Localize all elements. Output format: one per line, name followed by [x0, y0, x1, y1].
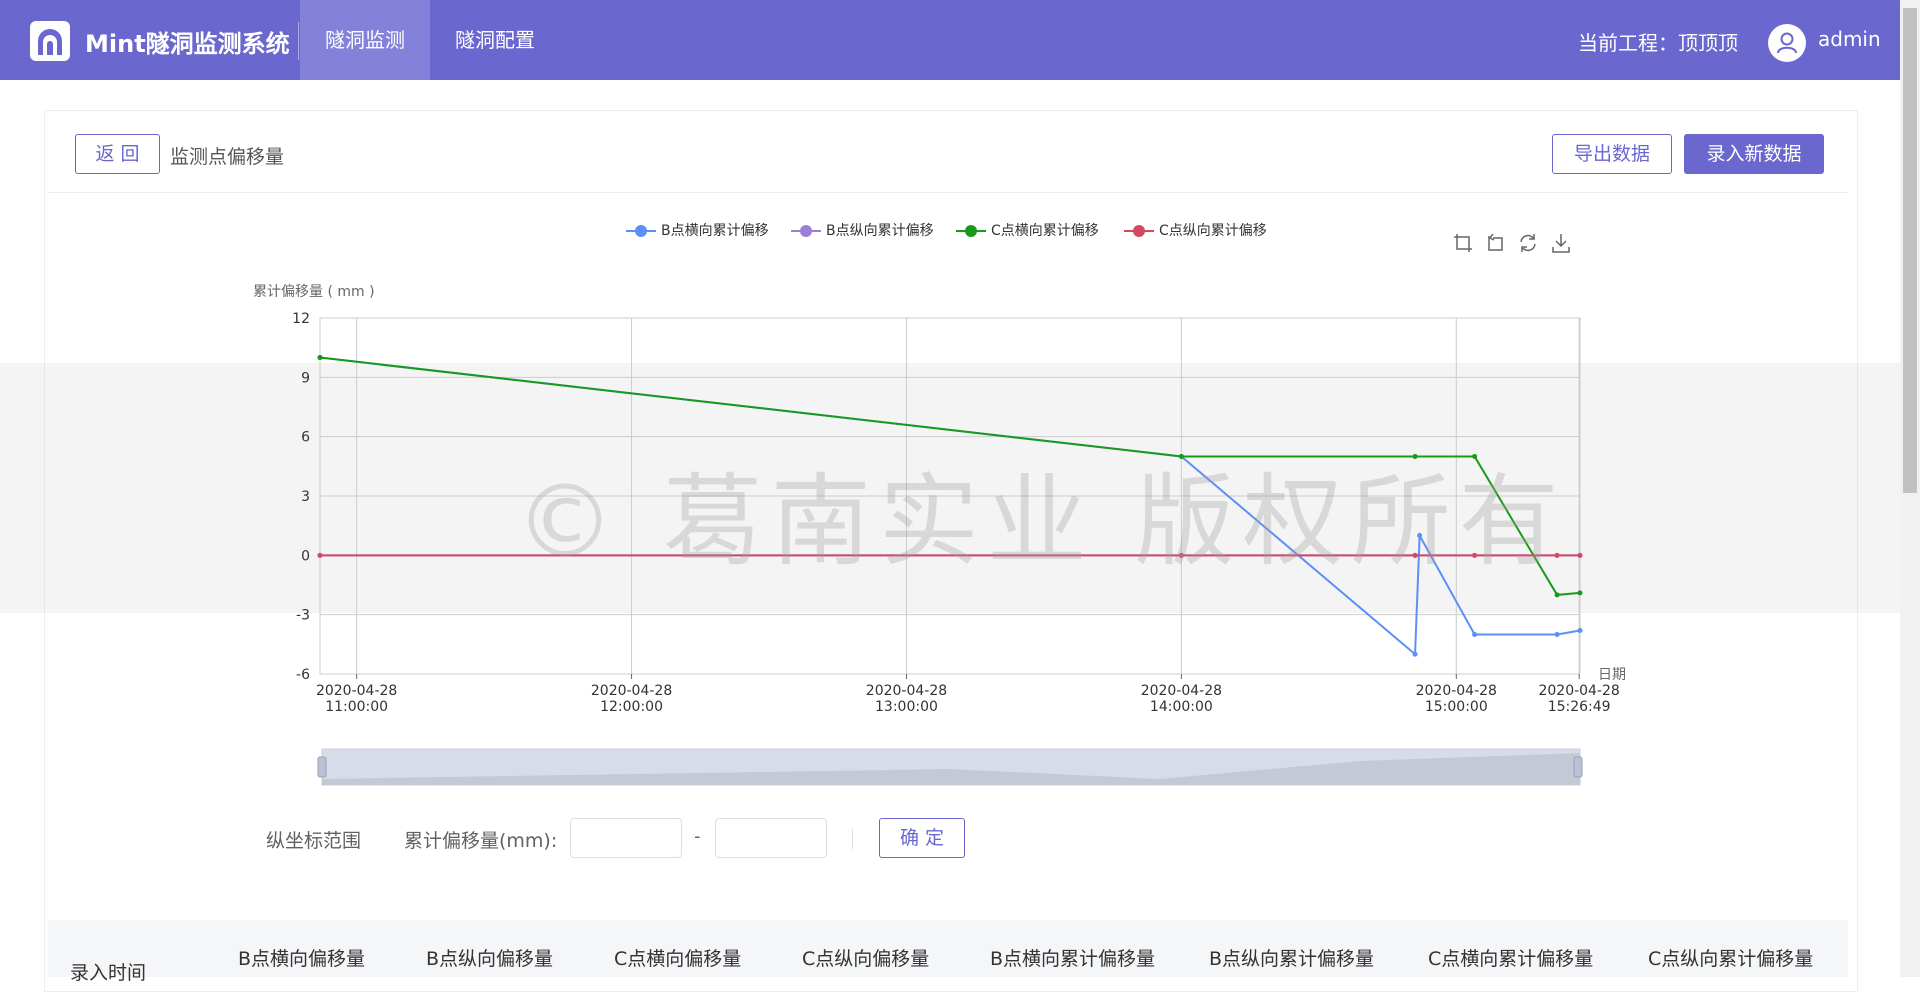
x-axis-ticks: 2020-04-2811:00:002020-04-2812:00:002020…	[316, 683, 1620, 715]
data-point	[317, 355, 323, 361]
x-tick-time: 15:00:00	[1425, 699, 1488, 715]
data-point	[1577, 627, 1583, 633]
column-header[interactable]: B点纵向偏移量	[426, 944, 553, 971]
y-min-input[interactable]	[570, 818, 682, 858]
x-tick-date: 2020-04-28	[1538, 683, 1619, 699]
column-header[interactable]: B点纵向累计偏移量	[1209, 944, 1374, 971]
y-max-input[interactable]	[715, 818, 827, 858]
column-header[interactable]: C点纵向累计偏移量	[1648, 944, 1813, 971]
y-tick-label: 6	[301, 430, 310, 446]
x-tick-date: 2020-04-28	[866, 683, 947, 699]
data-point	[1554, 631, 1560, 637]
column-header[interactable]: B点横向累计偏移量	[990, 944, 1155, 971]
x-tick-date: 2020-04-28	[591, 683, 672, 699]
y-axis-ticks: 12 9 6 3 0 -3 -6	[292, 311, 310, 683]
column-header[interactable]: C点横向偏移量	[614, 944, 741, 971]
x-tick-date: 2020-04-28	[1416, 683, 1497, 699]
data-zoom-slider	[317, 748, 1583, 786]
y-tick-label: -6	[296, 667, 310, 683]
data-point	[1472, 631, 1478, 637]
watermark-text: © 葛南实业 版权所有	[515, 463, 1567, 580]
data-point	[1554, 592, 1560, 598]
x-tick-time: 12:00:00	[600, 699, 663, 715]
zoom-handle	[1573, 756, 1583, 778]
zoom-handle	[317, 756, 327, 778]
column-header[interactable]: 录入时间	[70, 958, 146, 985]
offset-field-label: 累计偏移量(mm):	[404, 830, 558, 852]
column-header[interactable]: C点纵向偏移量	[802, 944, 929, 971]
data-point	[1412, 651, 1418, 657]
x-tick-time: 15:26:49	[1548, 699, 1611, 715]
column-header[interactable]: C点横向累计偏移量	[1428, 944, 1593, 971]
data-point	[1577, 552, 1583, 558]
range-dash: -	[694, 826, 701, 847]
line-chart: 129630-3-6 2020-04-2811:00:002020-04-281…	[292, 311, 1620, 786]
x-tick-date: 2020-04-28	[316, 683, 397, 699]
data-point	[1577, 590, 1583, 596]
data-point	[317, 552, 323, 558]
y-tick-label: 3	[301, 489, 310, 505]
x-tick-time: 11:00:00	[325, 699, 388, 715]
column-header[interactable]: B点横向偏移量	[238, 944, 365, 971]
confirm-button[interactable]: 确 定	[879, 818, 965, 858]
scrollbar-thumb[interactable]	[1903, 8, 1917, 493]
x-tick-time: 13:00:00	[875, 699, 938, 715]
y-tick-label: 12	[292, 311, 310, 327]
y-range-label: 纵坐标范围	[266, 830, 362, 852]
y-tick-label: 0	[301, 548, 310, 564]
x-tick-time: 14:00:00	[1150, 699, 1213, 715]
y-tick-label: 9	[301, 370, 310, 386]
y-tick-label: -3	[296, 608, 310, 624]
x-tick-date: 2020-04-28	[1141, 683, 1222, 699]
filter-separator	[852, 829, 853, 849]
